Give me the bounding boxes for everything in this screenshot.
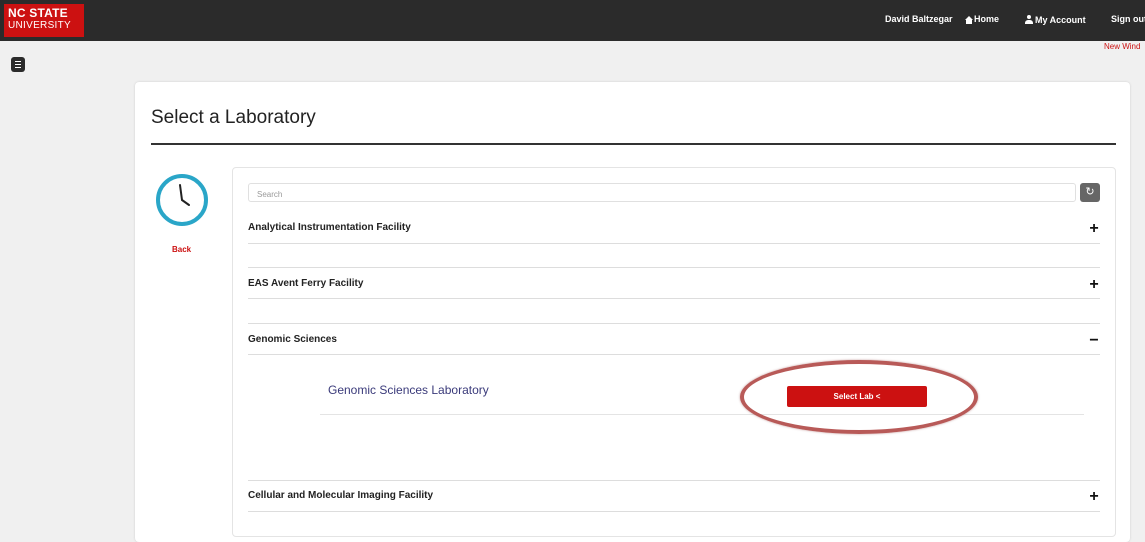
search-input[interactable] (248, 183, 1076, 202)
logo-line2: UNIVERSITY (8, 20, 72, 31)
my-account-link[interactable]: My Account (1025, 14, 1086, 25)
highlight-annotation (740, 360, 978, 434)
title-divider (151, 143, 1116, 145)
new-window-link[interactable]: New Wind (1104, 42, 1140, 51)
lab-divider (320, 414, 1084, 415)
menu-icon-bar (15, 67, 21, 68)
expand-toggle-cmif[interactable]: + (1086, 489, 1102, 505)
menu-icon-bar (15, 64, 21, 65)
expand-toggle-eas[interactable]: + (1086, 277, 1102, 293)
home-label: Home (974, 14, 1000, 24)
refresh-button[interactable]: ↻ (1080, 183, 1100, 202)
top-navbar: NC STATE UNIVERSITY David Baltzegar Home… (0, 0, 1145, 41)
logo-line1: NC STATE (8, 6, 68, 20)
back-link[interactable]: Back (172, 245, 191, 254)
clock-icon[interactable] (155, 173, 209, 227)
section-title-cmif[interactable]: Cellular and Molecular Imaging Facility (248, 490, 433, 501)
ncsu-logo[interactable]: NC STATE UNIVERSITY (4, 4, 84, 37)
section-divider (248, 298, 1100, 299)
home-link[interactable]: Home (965, 14, 999, 24)
section-divider (248, 323, 1100, 324)
section-divider (248, 511, 1100, 512)
section-divider (248, 243, 1100, 244)
home-icon (965, 16, 973, 24)
page-title: Select a Laboratory (151, 107, 316, 128)
section-title-eas[interactable]: EAS Avent Ferry Facility (248, 278, 363, 289)
section-title-analytical[interactable]: Analytical Instrumentation Facility (248, 222, 411, 233)
section-divider (248, 480, 1100, 481)
expand-toggle-analytical[interactable]: + (1086, 221, 1102, 237)
section-divider (248, 267, 1100, 268)
user-icon (1025, 15, 1033, 24)
section-divider (248, 354, 1100, 355)
my-account-label: My Account (1035, 15, 1086, 25)
collapse-toggle-genomic[interactable]: − (1086, 333, 1102, 349)
sign-out-link[interactable]: Sign out (1111, 14, 1145, 24)
user-name[interactable]: David Baltzegar (885, 14, 953, 24)
refresh-icon: ↻ (1085, 186, 1095, 198)
section-title-genomic[interactable]: Genomic Sciences (248, 334, 337, 345)
menu-icon-bar (15, 61, 21, 62)
lab-name-genomic-sciences: Genomic Sciences Laboratory (328, 383, 489, 397)
menu-toggle-button[interactable] (11, 57, 25, 72)
